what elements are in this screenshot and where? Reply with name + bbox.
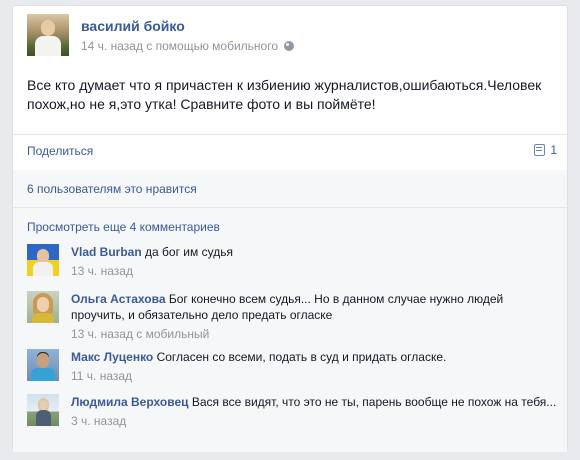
comment-author[interactable]: Vlad Burban [71,245,142,259]
author-name[interactable]: василий бойко [81,18,185,34]
author-avatar[interactable] [27,14,69,56]
comment-timestamp[interactable]: 13 ч. назад [71,263,557,279]
divider [13,134,567,135]
view-more-comments-link[interactable]: Просмотреть еще 4 комментариев [27,220,220,234]
comment-timestamp[interactable]: 3 ч. назад [71,413,557,429]
avatar[interactable] [27,291,59,323]
share-link[interactable]: Поделиться [27,144,93,158]
comment-timestamp[interactable]: 13 ч. назад с мобильный [71,326,557,342]
post-card: василий бойко 14 ч. назад с помощью моби… [12,5,568,452]
comment-author[interactable]: Людмила Верховец [71,395,189,409]
globe-icon[interactable] [284,41,295,51]
comment-author[interactable]: Ольга Астахова [71,292,166,306]
avatar[interactable] [27,244,59,276]
feedback-section: 6 пользователям это нравится Просмотреть… [13,170,567,452]
comment-text: Вася все видят, что это не ты, парень во… [191,395,557,409]
post-timestamp[interactable]: 14 ч. назад с помощью мобильного [81,39,278,53]
comment-icon [534,144,546,156]
comment-count-button[interactable]: 1 [534,143,557,157]
divider [13,207,567,208]
likes-summary[interactable]: 6 пользователям это нравится [27,182,197,196]
avatar[interactable] [27,349,59,381]
avatar[interactable] [27,394,59,426]
comment-timestamp[interactable]: 11 ч. назад [71,368,557,384]
comment-text: да бог им судья [145,245,233,259]
post-meta: 14 ч. назад с помощью мобильного [81,39,295,53]
post-text: Все кто думает что я причастен к избиени… [27,77,542,112]
comment-count: 1 [550,143,557,157]
comment-text: Согласен со всеми, подать в суд и придат… [156,350,447,364]
comment-author[interactable]: Макс Луценко [71,350,153,364]
post-actions: Поделиться 1 [27,143,557,162]
